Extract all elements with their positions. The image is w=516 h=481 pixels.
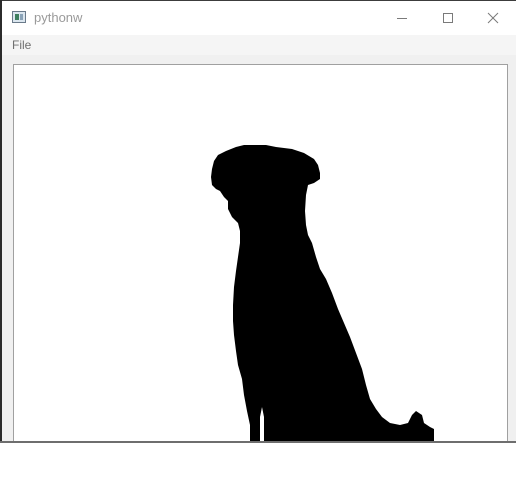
close-button[interactable] xyxy=(470,1,516,35)
close-icon xyxy=(487,12,499,24)
menu-bar: File xyxy=(2,35,516,55)
python-window-icon xyxy=(12,11,26,23)
silhouette-shape xyxy=(211,145,434,442)
title-bar[interactable]: pythonw xyxy=(2,1,516,35)
minimize-icon xyxy=(397,18,407,19)
menu-file[interactable]: File xyxy=(12,37,31,53)
maximize-button[interactable] xyxy=(425,1,471,35)
window-title: pythonw xyxy=(34,10,83,25)
silhouette-image xyxy=(211,145,434,442)
image-canvas[interactable] xyxy=(13,64,508,442)
maximize-icon xyxy=(443,13,453,23)
desktop-area-below xyxy=(0,443,516,481)
app-window: pythonw File xyxy=(2,1,516,442)
minimize-button[interactable] xyxy=(379,1,425,35)
screen: pythonw File xyxy=(0,0,516,481)
